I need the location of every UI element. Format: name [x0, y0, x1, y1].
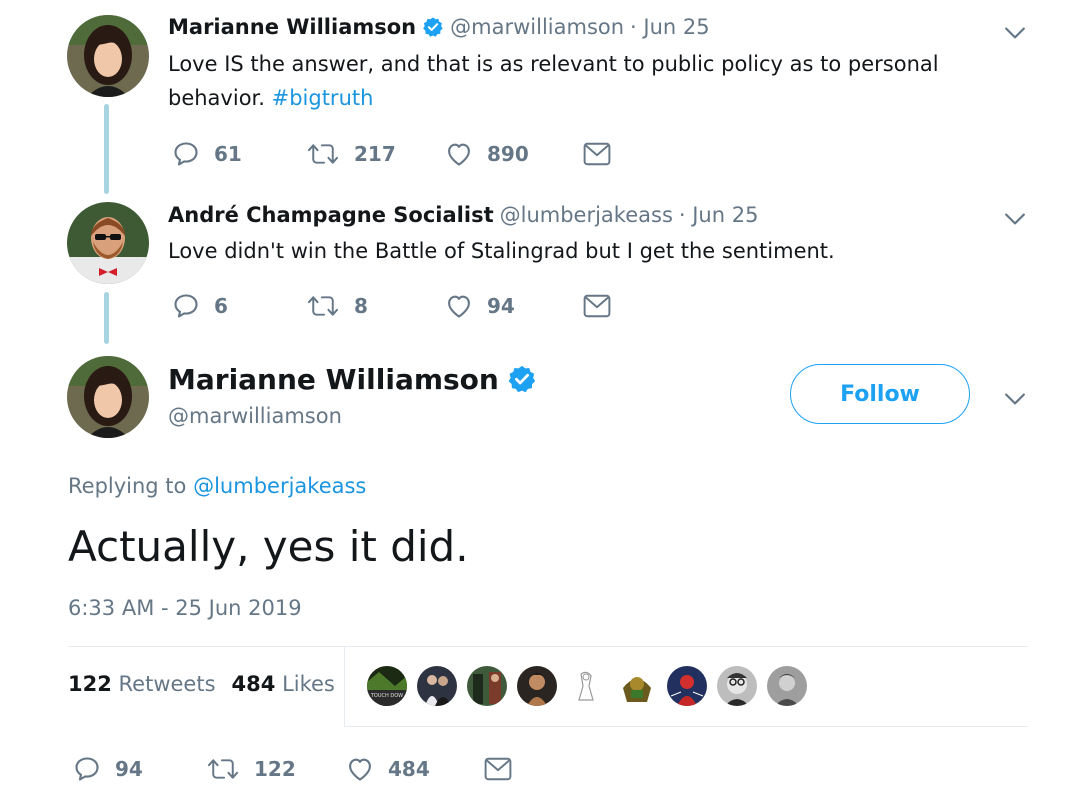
tweet-text-segment: behavior. — [168, 86, 265, 110]
liker-avatar[interactable] — [417, 666, 457, 706]
tweet-text: Love didn't win the Battle of Stalingrad… — [168, 239, 835, 263]
like-icon — [445, 140, 473, 168]
retweet-count: 217 — [354, 142, 396, 166]
verified-badge-icon — [422, 16, 444, 38]
chevron-down-icon[interactable] — [1004, 392, 1026, 406]
reply-count: 61 — [214, 142, 242, 166]
like-icon — [445, 292, 473, 320]
author-name[interactable]: André Champagne Socialist — [168, 203, 494, 227]
liker-avatar[interactable] — [567, 666, 607, 706]
reply-count: 94 — [115, 757, 143, 781]
message-button[interactable] — [484, 757, 512, 781]
liker-avatar[interactable] — [667, 666, 707, 706]
retweet-button[interactable]: 122 — [206, 756, 296, 782]
main-tweet-text: Actually, yes it did. — [68, 522, 469, 571]
liker-avatar[interactable] — [467, 666, 507, 706]
tweet-date[interactable]: · Jun 25 — [630, 15, 710, 39]
likes-stat-label: Likes — [282, 672, 335, 696]
tweet-text: Love IS the answer, and that is as relev… — [168, 47, 939, 115]
like-icon — [346, 755, 374, 783]
retweet-icon — [306, 293, 340, 319]
retweet-count: 122 — [254, 757, 296, 781]
thread-line — [104, 104, 109, 194]
message-icon — [583, 142, 611, 166]
like-count: 890 — [487, 142, 529, 166]
liker-avatar[interactable] — [617, 666, 657, 706]
author-handle[interactable]: @marwilliamson — [450, 15, 624, 39]
message-button[interactable] — [583, 294, 611, 318]
like-button[interactable]: 484 — [346, 755, 430, 783]
retweets-stat[interactable]: 122 Retweets — [68, 672, 216, 696]
tweet-text-line: Love IS the answer, and that is as relev… — [168, 52, 939, 76]
avatar[interactable] — [67, 202, 149, 284]
replying-to-handle[interactable]: @lumberjakeass — [193, 474, 366, 498]
reply-button[interactable]: 6 — [172, 292, 228, 320]
author-name[interactable]: Marianne Williamson — [168, 15, 416, 39]
divider-vertical — [344, 646, 345, 726]
tweet-text-line: behavior. #bigtruth — [168, 81, 939, 115]
message-icon — [484, 757, 512, 781]
avatar[interactable] — [67, 356, 149, 438]
tweet-stats: 122 Retweets 484 Likes — [68, 672, 335, 696]
follow-button[interactable]: Follow — [790, 364, 970, 424]
reply-icon — [172, 140, 200, 168]
hashtag-link[interactable]: #bigtruth — [272, 86, 374, 110]
reply-button[interactable]: 61 — [172, 140, 242, 168]
replying-to: Replying to @lumberjakeass — [68, 474, 366, 498]
retweet-count: 8 — [354, 294, 368, 318]
tweet-date[interactable]: · Jun 25 — [679, 203, 759, 227]
like-count: 94 — [487, 294, 515, 318]
divider — [344, 726, 1028, 727]
tweet-header: Marianne Williamson @marwilliamson · Jun… — [168, 12, 710, 42]
liker-avatar[interactable] — [517, 666, 557, 706]
like-button[interactable]: 890 — [445, 140, 529, 168]
chevron-down-icon[interactable] — [1004, 26, 1026, 40]
author-name[interactable]: Marianne Williamson — [168, 363, 499, 396]
retweets-stat-count: 122 — [68, 672, 112, 696]
replying-to-label: Replying to — [68, 474, 187, 498]
like-button[interactable]: 94 — [445, 292, 515, 320]
reply-count: 6 — [214, 294, 228, 318]
reply-button[interactable]: 94 — [73, 755, 143, 783]
retweets-stat-label: Retweets — [118, 672, 216, 696]
tweet-timestamp[interactable]: 6:33 AM - 25 Jun 2019 — [68, 596, 302, 620]
message-icon — [583, 294, 611, 318]
author-handle[interactable]: @lumberjakeass — [500, 203, 673, 227]
avatar[interactable] — [67, 15, 149, 97]
liker-avatar[interactable] — [717, 666, 757, 706]
divider — [68, 646, 1028, 647]
message-button[interactable] — [583, 142, 611, 166]
tweet-header: André Champagne Socialist @lumberjakeass… — [168, 200, 758, 230]
liker-avatar[interactable] — [767, 666, 807, 706]
retweet-icon — [206, 756, 240, 782]
reply-icon — [73, 755, 101, 783]
thread-line — [104, 292, 109, 344]
reply-icon — [172, 292, 200, 320]
main-author: Marianne Williamson — [168, 360, 537, 398]
retweet-icon — [306, 141, 340, 167]
likes-stat-count: 484 — [231, 672, 276, 696]
verified-badge-icon — [507, 364, 537, 394]
author-handle[interactable]: @marwilliamson — [168, 404, 342, 428]
liker-avatar-text: TOUCH DOW — [370, 693, 403, 699]
retweet-button[interactable]: 8 — [306, 293, 368, 319]
retweet-button[interactable]: 217 — [306, 141, 396, 167]
like-count: 484 — [388, 757, 430, 781]
chevron-down-icon[interactable] — [1004, 212, 1026, 226]
liker-avatar[interactable]: TOUCH DOW — [367, 666, 407, 706]
likes-stat[interactable]: 484 Likes — [232, 672, 335, 696]
